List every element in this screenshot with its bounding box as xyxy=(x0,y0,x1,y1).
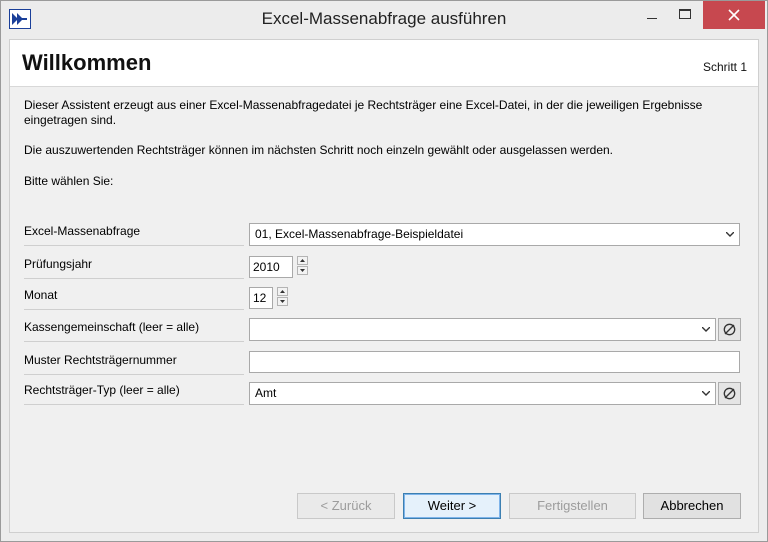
finish-button[interactable]: Fertigstellen xyxy=(509,493,636,519)
muster-label: Muster Rechtsträgernummer xyxy=(24,352,244,375)
typ-select[interactable]: Amt xyxy=(249,382,716,405)
wizard-page: Willkommen Schritt 1 Dieser Assistent er… xyxy=(9,39,759,533)
pruefungsjahr-up-button[interactable] xyxy=(297,256,308,265)
monat-label: Monat xyxy=(24,287,244,310)
page-header: Willkommen Schritt 1 xyxy=(10,40,758,87)
wizard-window: Excel-Massenabfrage ausführen Willkommen… xyxy=(0,0,768,542)
chevron-down-icon xyxy=(702,327,710,332)
typ-label: Rechtsträger-Typ (leer = alle) xyxy=(24,382,244,405)
massenabfrage-select[interactable]: 01, Excel-Massenabfrage-Beispieldatei xyxy=(249,223,740,246)
typ-clear-button[interactable] xyxy=(718,382,741,405)
monat-input[interactable]: 12 xyxy=(249,287,273,309)
typ-value: Amt xyxy=(255,386,277,400)
clear-icon xyxy=(723,387,736,400)
cancel-button[interactable]: Abbrechen xyxy=(643,493,741,519)
pruefungsjahr-label: Prüfungsjahr xyxy=(24,256,244,279)
chevron-down-icon xyxy=(726,232,734,237)
massenabfrage-label: Excel-Massenabfrage xyxy=(24,223,244,246)
maximize-button[interactable] xyxy=(671,1,701,29)
arrow-down-icon xyxy=(280,300,285,303)
back-button[interactable]: < Zurück xyxy=(297,493,395,519)
monat-up-button[interactable] xyxy=(277,287,288,296)
kassengemeinschaft-select[interactable] xyxy=(249,318,716,341)
kassengemeinschaft-label: Kassengemeinschaft (leer = alle) xyxy=(24,319,244,342)
close-button[interactable] xyxy=(703,1,765,29)
muster-input[interactable] xyxy=(249,351,740,373)
minimize-button[interactable] xyxy=(637,1,667,29)
pruefungsjahr-input[interactable]: 2010 xyxy=(249,256,293,278)
chevron-down-icon xyxy=(702,391,710,396)
kassengemeinschaft-clear-button[interactable] xyxy=(718,318,741,341)
title-bar[interactable]: Excel-Massenabfrage ausführen xyxy=(1,1,767,39)
prompt-text: Bitte wählen Sie: xyxy=(24,174,114,188)
page-title: Willkommen xyxy=(22,50,152,75)
massenabfrage-value: 01, Excel-Massenabfrage-Beispieldatei xyxy=(255,227,464,241)
step-label: Schritt 1 xyxy=(702,60,747,74)
monat-down-button[interactable] xyxy=(277,297,288,306)
arrow-up-icon xyxy=(280,290,285,293)
intro-note: Die auszuwertenden Rechtsträger können i… xyxy=(24,143,614,157)
next-button[interactable]: Weiter > xyxy=(403,493,501,519)
pruefungsjahr-down-button[interactable] xyxy=(297,266,308,275)
intro-text: Dieser Assistent erzeugt aus einer Excel… xyxy=(24,98,703,127)
clear-icon xyxy=(723,323,736,336)
arrow-up-icon xyxy=(300,259,305,262)
arrow-down-icon xyxy=(300,269,305,272)
close-icon xyxy=(728,9,740,21)
